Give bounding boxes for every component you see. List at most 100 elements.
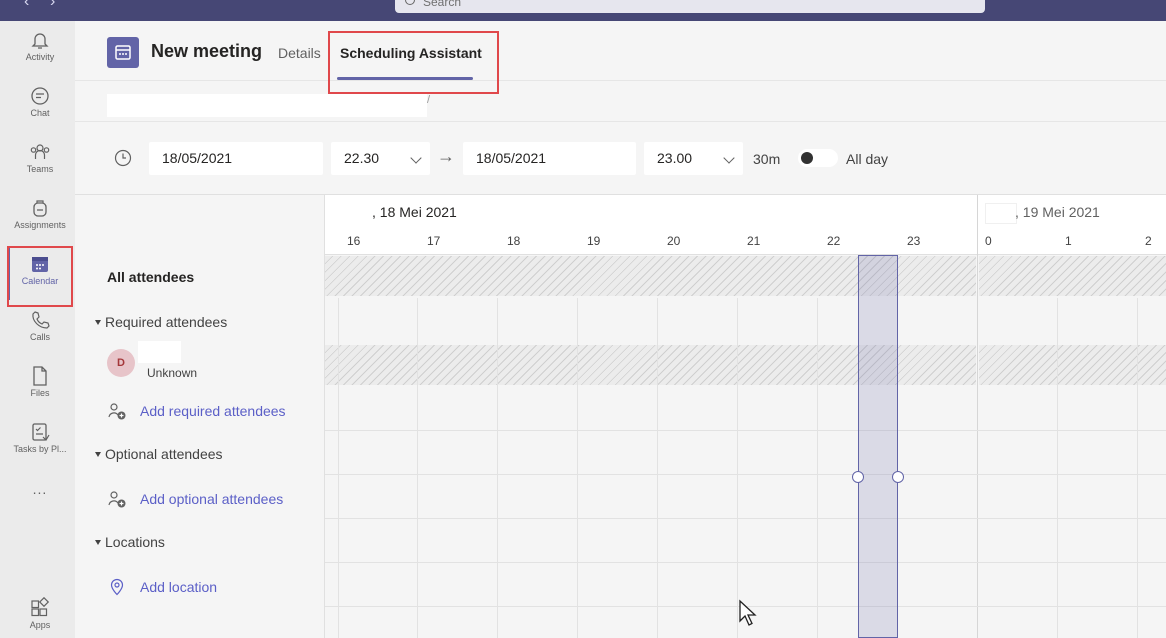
start-time-dropdown[interactable]: 22.30 [331,142,430,175]
search-icon [405,0,415,5]
optional-attendees-header[interactable]: Optional attendees [95,446,223,462]
rail-label-apps: Apps [29,620,51,630]
rail-label-files: Files [30,388,50,398]
end-date-field[interactable]: 18/05/2021 [463,142,636,175]
hour-label: 19 [587,234,601,248]
rail-item-calendar[interactable]: Calendar [6,245,74,297]
file-icon [33,366,47,386]
day-1-label: , 18 Mei 2021 [372,204,457,220]
optional-attendees-label: Optional attendees [105,446,223,462]
all-day-label: All day [846,151,889,167]
forward-arrow-icon[interactable]: › [50,0,55,11]
rail-label-calls: Calls [29,332,50,342]
meeting-title-input[interactable] [107,94,427,117]
day-2-redaction [985,203,1017,224]
required-attendees-header[interactable]: Required attendees [95,314,227,330]
hour-label: 17 [427,234,441,248]
day-1-redaction [355,203,372,223]
locations-label: Locations [105,534,165,550]
teams-icon [30,144,50,159]
grid-line [817,298,818,638]
locations-header[interactable]: Locations [95,534,165,550]
all-attendees-busy-row [979,256,1166,296]
all-day-toggle[interactable] [798,149,838,167]
add-required-attendees-link[interactable]: Add required attendees [140,403,286,419]
back-arrow-icon[interactable]: ‹ [24,0,29,11]
start-date-field[interactable]: 18/05/2021 [149,142,323,175]
selected-time-slot[interactable] [858,255,898,638]
grid-row-line [325,430,1166,431]
rail-item-chat[interactable]: Chat [6,77,74,129]
more-icon: ... [32,481,48,497]
chevron-down-icon [723,152,735,164]
resize-handle-start[interactable] [852,471,864,483]
grid-row-line [325,562,1166,563]
chat-icon [31,87,49,105]
schedule-grid[interactable]: , 18 Mei 2021 , 19 Mei 2021 16 17 18 19 … [324,195,1166,638]
rail-item-activity[interactable]: Activity [6,21,74,73]
grid-row-line [325,474,1166,475]
chevron-down-icon [410,152,422,164]
all-attendees-label: All attendees [107,269,195,285]
rail-label-chat: Chat [30,108,50,118]
rail-item-calls[interactable]: Calls [6,301,74,353]
apps-icon [31,597,50,617]
grid-line [577,298,578,638]
end-time-value: 23.00 [657,150,693,166]
hour-label: 21 [747,234,761,248]
grid-row-line [325,518,1166,519]
rail-label-calendar: Calendar [21,276,59,286]
title-row: / [75,82,1166,122]
hour-label: 2 [1145,234,1152,248]
hour-label: 22 [827,234,841,248]
backpack-icon [33,200,47,217]
search-input[interactable]: Search [395,0,985,13]
hour-label: 1 [1065,234,1072,248]
tab-details[interactable]: Details [278,45,321,61]
rail-item-files[interactable]: Files [6,357,74,409]
calendar-icon [32,257,48,272]
search-placeholder: Search [423,0,462,9]
hour-label: 0 [985,234,992,248]
tasks-icon [32,423,50,441]
rail-item-tasks[interactable]: Tasks by Pl... [6,413,74,465]
toggle-knob [801,152,813,164]
rail-item-more[interactable]: ... [6,479,74,509]
start-time-value: 22.30 [344,150,380,166]
rail-label-activity: Activity [25,52,55,62]
rail-item-teams[interactable]: Teams [6,133,74,185]
page-title: New meeting [151,41,263,61]
edit-pencil-icon: / [427,94,431,106]
add-person-icon [108,491,126,508]
meeting-header: New meeting Details Scheduling Assistant [75,21,1166,81]
cursor-icon [739,599,757,626]
duration-label: 30m [753,151,781,167]
bell-icon [31,33,49,49]
add-person-icon [108,403,126,420]
required-attendees-label: Required attendees [105,314,228,330]
add-location-link[interactable]: Add location [140,579,217,595]
add-optional-attendees-link[interactable]: Add optional attendees [140,491,283,507]
rail-label-teams: Teams [26,164,54,174]
end-time-dropdown[interactable]: 23.00 [644,142,743,175]
grid-line [417,298,418,638]
time-row: 18/05/2021 22.30 → 18/05/2021 23.00 30m … [75,122,1166,195]
meeting-editor: New meeting Details Scheduling Assistant… [75,21,1166,638]
timeline-header: , 18 Mei 2021 , 19 Mei 2021 16 17 18 19 … [325,195,1166,255]
attendee-status: Unknown [147,366,198,380]
rail-item-apps[interactable]: Apps [6,589,74,638]
location-pin-icon [110,578,124,596]
rail-item-assignments[interactable]: Assignments [6,189,74,241]
resize-handle-end[interactable] [892,471,904,483]
tab-scheduling-assistant[interactable]: Scheduling Assistant [340,45,482,61]
grid-line [1057,298,1058,638]
attendee-panel: All attendees Required attendees D Unkno… [75,195,324,638]
hour-label: 16 [347,234,361,248]
grid-line [497,298,498,638]
grid-line [737,298,738,638]
hour-label: 23 [907,234,921,248]
rail-label-assignments: Assignments [14,220,66,230]
rail-label-tasks: Tasks by Pl... [13,444,67,454]
arrow-right-icon: → [437,146,455,166]
hour-label: 20 [667,234,681,248]
